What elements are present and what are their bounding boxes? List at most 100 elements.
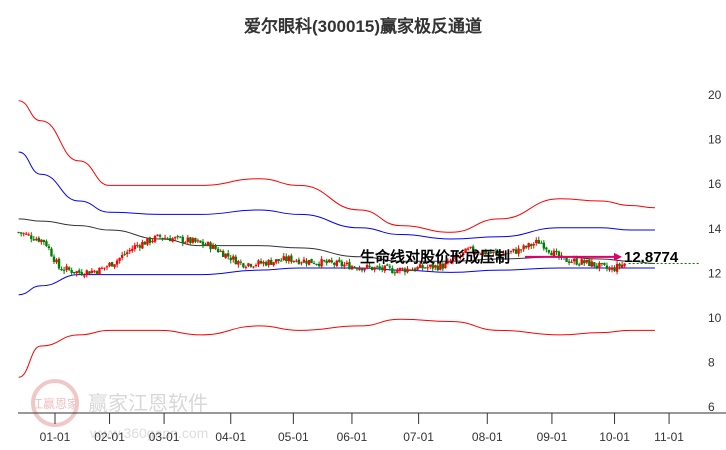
candle-body [173, 237, 177, 239]
candle-body [378, 266, 381, 269]
candle-body [613, 267, 616, 272]
candle-body [146, 237, 149, 245]
candle-body [259, 260, 263, 264]
band-inner-lower [18, 267, 655, 296]
candle-body [358, 268, 361, 271]
candle-body [535, 240, 538, 244]
candle-body [355, 268, 359, 270]
annotation-text: 生命线对股价形成压制 [360, 248, 510, 266]
x-tick-label: 01-01 [40, 430, 71, 444]
candle-body [285, 256, 288, 262]
candle-body [588, 259, 591, 267]
candle-body [423, 267, 427, 269]
candle-body [80, 272, 83, 276]
candle-body [580, 259, 583, 265]
candle-body [83, 275, 86, 277]
y-tick-label: 16 [708, 177, 722, 191]
candle-body [312, 262, 316, 264]
candle-body [52, 256, 56, 262]
candle-body [143, 241, 147, 245]
candle-body [65, 266, 68, 271]
candle-body [118, 257, 121, 261]
candle-body [406, 268, 409, 273]
candle-body [328, 259, 331, 263]
candle-body [527, 243, 530, 248]
x-tick-label: 09-01 [537, 430, 568, 444]
candle-body [19, 232, 23, 234]
candle-body [393, 272, 397, 274]
candle-body [227, 253, 230, 257]
candle-body [274, 259, 278, 263]
candle-body [232, 256, 235, 260]
candle-body [605, 265, 609, 269]
candle-body [267, 259, 270, 266]
candle-body [600, 262, 604, 264]
candle-body [375, 266, 379, 268]
candle-body [176, 236, 179, 238]
candle-body [60, 269, 63, 271]
candle-body [108, 262, 111, 267]
candle-body [115, 260, 119, 265]
candle-body [426, 267, 429, 269]
candle-body [88, 271, 91, 274]
candle-body [123, 253, 126, 255]
candle-body [191, 238, 195, 243]
candle-body [32, 239, 35, 241]
candle-body [168, 238, 172, 242]
x-tick-label: 05-01 [278, 430, 309, 444]
candle-body [166, 238, 169, 240]
candle-body [282, 256, 285, 261]
candle-body [229, 257, 232, 261]
candle-body [530, 244, 533, 247]
candle-body [368, 265, 371, 267]
candle-body [85, 270, 89, 275]
candle-body [209, 242, 212, 250]
candle-body [381, 267, 384, 270]
candle-body [95, 271, 99, 274]
candle-body [618, 263, 621, 267]
candle-body [247, 263, 250, 266]
candle-body [141, 241, 144, 249]
candle-body [158, 235, 162, 237]
candle-body [292, 260, 296, 262]
candle-body [545, 247, 548, 250]
candle-body [567, 261, 571, 263]
candle-body [269, 259, 273, 265]
candle-body [40, 239, 43, 243]
candle-body [264, 261, 268, 266]
candle-body [262, 261, 265, 264]
watermark-brand: 赢家江恩软件 [88, 392, 208, 415]
candle-body [373, 267, 376, 270]
y-tick-label: 10 [708, 311, 722, 325]
candle-body [252, 266, 255, 268]
annotation-arrowhead [614, 252, 622, 261]
y-tick-label: 14 [708, 222, 722, 236]
candle-body [138, 245, 142, 248]
candle-body [50, 248, 53, 257]
x-tick-label: 06-01 [337, 430, 368, 444]
candle-body [57, 258, 61, 269]
candle-body [517, 248, 520, 254]
candle-body [512, 248, 515, 251]
candle-body [70, 269, 73, 273]
candle-body [78, 270, 81, 273]
x-tick-label: 04-01 [215, 430, 246, 444]
candle-body [388, 266, 392, 268]
candle-body [131, 248, 134, 251]
candle-body [90, 270, 94, 274]
candle-body [219, 250, 222, 252]
x-tick-label: 08-01 [472, 430, 503, 444]
candle-body [514, 249, 518, 254]
candle-body [189, 237, 192, 243]
candle-body [62, 269, 66, 271]
candle-body [184, 242, 187, 244]
y-tick-label: 18 [708, 133, 722, 147]
candle-body [242, 263, 245, 268]
candle-body [206, 242, 210, 246]
candle-body [310, 258, 313, 264]
candle-body [408, 269, 412, 271]
candle-body [45, 241, 48, 247]
x-tick-label: 07-01 [403, 430, 434, 444]
candle-body [547, 250, 551, 253]
candle-body [22, 233, 25, 235]
